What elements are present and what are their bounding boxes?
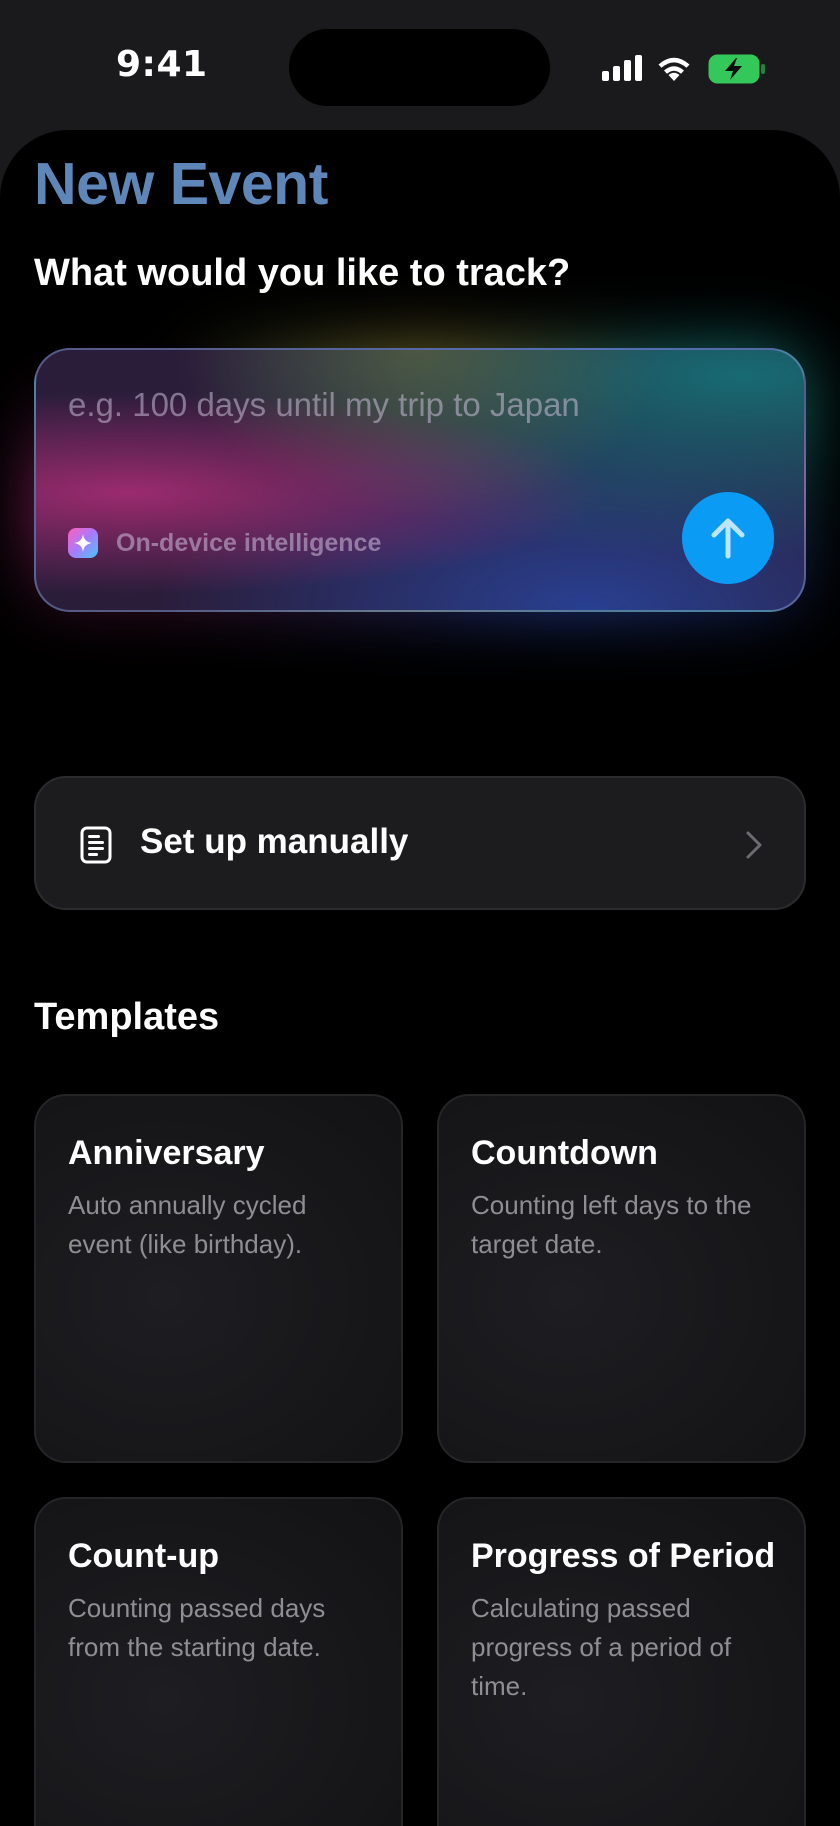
chevron-right-icon [746,831,762,859]
template-description: Auto annually cycled event (like birthda… [68,1190,307,1259]
template-card-progress-of-period[interactable]: Progress of Period Calculating passed pr… [437,1497,806,1826]
page-title: New Event [34,151,328,217]
intelligence-row: On-device intelligence [68,526,381,560]
template-description: Counting left days to the target date. [471,1190,752,1259]
template-description: Calculating passed progress of a period … [471,1593,732,1701]
intelligence-label: On-device intelligence [116,528,382,557]
dynamic-island [289,29,550,106]
setup-manually-button[interactable]: Set up manually [34,776,806,910]
status-time: 9:41 [116,44,208,85]
template-description: Counting passed days from the starting d… [68,1593,326,1662]
wifi-icon [658,57,690,81]
template-title: Countdown [471,1134,658,1172]
template-title: Count-up [68,1537,220,1575]
arrow-up-icon [711,518,745,559]
template-title: Anniversary [68,1134,265,1172]
ai-prompt-card: On-device intelligence [34,348,806,612]
template-card-anniversary[interactable]: Anniversary Auto annually cycled event (… [34,1094,403,1463]
prompt-heading: What would you like to track? [34,252,571,294]
document-icon [80,826,112,864]
event-prompt-input[interactable] [68,380,768,430]
battery-charging-icon [708,54,765,84]
template-title: Progress of Period [471,1537,776,1575]
template-card-count-up[interactable]: Count-up Counting passed days from the s… [34,1497,403,1826]
templates-heading: Templates [34,996,220,1038]
setup-manually-label: Set up manually [140,822,409,861]
sparkle-icon [68,528,98,558]
send-button[interactable] [682,492,774,584]
status-bar: 9:41 [0,0,840,130]
screen: 9:41 New Event What would you like to tr… [0,0,840,1826]
template-card-countdown[interactable]: Countdown Counting left days to the targ… [437,1094,806,1463]
signal-icon [602,55,642,81]
